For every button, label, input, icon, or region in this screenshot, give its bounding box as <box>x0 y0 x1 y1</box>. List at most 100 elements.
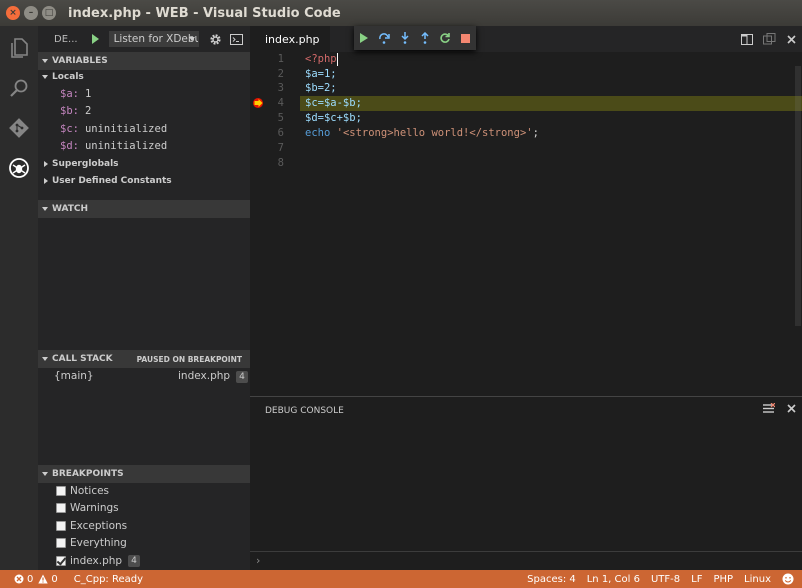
os-status[interactable]: Linux <box>744 574 771 585</box>
breakpoint-line-badge: 4 <box>128 554 140 567</box>
window-maximize-button[interactable]: □ <box>42 6 56 20</box>
window-title: index.php - WEB - Visual Studio Code <box>68 5 341 21</box>
step-into-icon <box>401 32 409 44</box>
tab-index-php[interactable]: index.php <box>250 26 330 52</box>
step-over-icon <box>379 33 391 44</box>
stack-frame-file[interactable]: index.php 4 <box>178 370 248 383</box>
panel-actions <box>763 403 796 414</box>
c-cpp-status[interactable]: C_Cpp: Ready <box>74 574 143 585</box>
line-number: 8 <box>277 157 284 169</box>
error-count: 0 <box>27 573 34 585</box>
explorer-activity[interactable] <box>0 28 38 68</box>
warning-icon <box>38 574 49 584</box>
variable-value: uninitialized <box>84 139 168 152</box>
editor-scrollbar[interactable] <box>792 52 802 396</box>
continue-button[interactable] <box>354 26 374 50</box>
window-minimize-button[interactable]: – <box>24 6 38 20</box>
step-out-button[interactable] <box>415 26 435 50</box>
chevron-down-icon <box>42 357 48 361</box>
restart-button[interactable] <box>435 26 455 50</box>
debug-console-input[interactable]: › <box>250 551 802 571</box>
code-line-4[interactable]: $c=$a-$b; <box>305 96 362 111</box>
scope-user-constants[interactable]: User Defined Constants <box>44 172 172 189</box>
code-line-2[interactable]: $a=1; <box>305 67 337 82</box>
restart-icon <box>440 33 451 43</box>
variable-row[interactable]: $d: uninitialized <box>60 137 167 154</box>
stack-frame-name[interactable]: {main} <box>54 370 94 382</box>
scope-locals[interactable]: Locals <box>42 68 84 85</box>
start-debugging-icon[interactable] <box>91 34 99 44</box>
cursor-position[interactable]: Ln 1, Col 6 <box>587 574 640 585</box>
breakpoint-checkbox[interactable] <box>56 537 66 548</box>
encoding-status[interactable]: UTF-8 <box>651 574 680 585</box>
breakpoint-checkbox[interactable] <box>56 485 66 496</box>
stop-button[interactable] <box>456 26 476 50</box>
current-line-highlight <box>300 96 802 111</box>
breakpoint-item[interactable]: Exceptions <box>56 517 127 534</box>
variable-row[interactable]: $a: 1 <box>60 85 91 102</box>
code-line-6[interactable]: echo '<strong>hello world!</strong>'; <box>305 126 539 141</box>
breakpoint-checkbox[interactable] <box>56 520 66 531</box>
split-editor-button[interactable] <box>736 26 758 52</box>
source-control-activity[interactable] <box>0 108 38 148</box>
breakpoint-item[interactable]: Notices <box>56 482 109 499</box>
variable-value: 2 <box>84 104 92 117</box>
debug-sidebar: DE... Listen for XDebug VARIABLES Locals… <box>38 26 250 570</box>
debug-config-value: Listen for XDebug <box>113 33 199 45</box>
debug-config-select[interactable]: Listen for XDebug <box>108 31 199 47</box>
variable-row[interactable]: $c: uninitialized <box>60 120 167 137</box>
line-number: 6 <box>277 127 284 139</box>
clear-console-icon[interactable] <box>763 403 775 414</box>
breakpoint-label: Everything <box>70 536 127 549</box>
code-line-5[interactable]: $d=$c+$b; <box>305 111 362 126</box>
breakpoint-checkbox[interactable] <box>56 555 66 566</box>
chevron-down-icon <box>42 472 48 476</box>
breakpoint-item[interactable]: index.php 4 <box>56 552 140 569</box>
problems-indicator[interactable]: 0 0 <box>14 574 58 585</box>
watch-section-header[interactable]: WATCH <box>38 200 250 218</box>
scope-superglobals[interactable]: Superglobals <box>44 155 119 172</box>
step-into-button[interactable] <box>395 26 415 50</box>
breakpoint-item[interactable]: Everything <box>56 534 127 551</box>
search-activity[interactable] <box>0 68 38 108</box>
split-editor-icon <box>741 33 753 45</box>
indentation-status[interactable]: Spaces: 4 <box>527 574 576 585</box>
open-changes-button[interactable] <box>758 26 780 52</box>
breakpoint-label: index.php <box>70 554 123 567</box>
files-icon <box>11 38 28 58</box>
activity-bar <box>0 26 38 570</box>
line-number: 2 <box>277 68 284 80</box>
debug-action-bar <box>354 26 476 50</box>
breakpoint-item[interactable]: Warnings <box>56 499 119 516</box>
breakpoints-section-header[interactable]: BREAKPOINTS <box>38 465 250 483</box>
editor-actions <box>736 26 802 52</box>
variable-row[interactable]: $b: 2 <box>60 102 91 119</box>
line-number: 5 <box>277 112 284 124</box>
chevron-right-icon <box>44 160 48 167</box>
panel-title: DEBUG CONSOLE <box>265 406 344 416</box>
code-line-1[interactable]: <?php <box>305 52 338 67</box>
breakpoint-label: Warnings <box>70 501 119 514</box>
git-icon <box>9 118 29 138</box>
status-bar: 0 0 C_Cpp: Ready Spaces: 4 Ln 1, Col 6 U… <box>0 570 802 588</box>
feedback-smiley-icon[interactable] <box>782 573 794 585</box>
call-stack-title: CALL STACK <box>52 354 113 364</box>
code-line-3[interactable]: $b=2; <box>305 81 337 96</box>
close-editor-button[interactable] <box>780 26 802 52</box>
watch-title: WATCH <box>52 204 89 214</box>
gear-icon[interactable] <box>209 33 222 46</box>
echo-keyword: echo <box>305 127 331 139</box>
window-close-button[interactable]: × <box>6 6 20 20</box>
continue-icon <box>360 33 369 43</box>
step-over-button[interactable] <box>374 26 394 50</box>
call-stack-section-header[interactable]: CALL STACK PAUSED ON BREAKPOINT <box>38 350 250 368</box>
chevron-right-icon <box>44 177 48 184</box>
eol-status[interactable]: LF <box>691 574 702 585</box>
scrollbar-thumb[interactable] <box>795 66 801 326</box>
breakpoint-current-icon[interactable] <box>252 97 264 109</box>
close-panel-icon[interactable] <box>787 404 796 413</box>
breakpoint-checkbox[interactable] <box>56 502 66 513</box>
debug-console-icon[interactable] <box>229 33 243 45</box>
debug-activity[interactable] <box>0 148 38 188</box>
language-mode[interactable]: PHP <box>713 574 733 585</box>
